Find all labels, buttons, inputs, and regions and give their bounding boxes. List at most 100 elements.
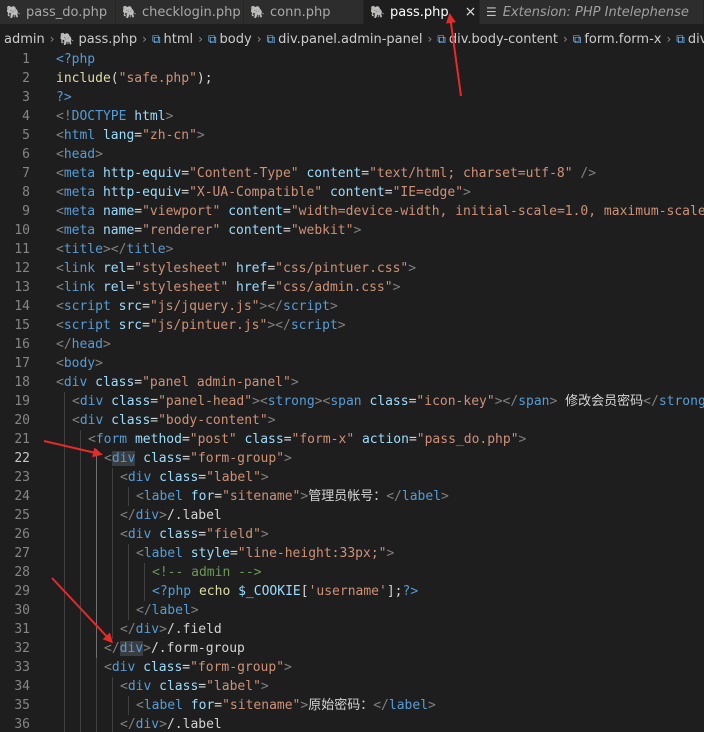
code-token: script [63,299,111,314]
indent-guide [112,544,113,563]
code-token: class [151,527,199,542]
indent-guide [64,677,65,696]
code-token: > [95,147,103,162]
editor-tab-bar: 🐘 pass_do.php 🐘 checklogin.php 🐘 conn.php 🐘 pas… [0,0,704,24]
code-line[interactable]: 21 <form method="post" class="form-x" act… [0,430,704,449]
code-line[interactable]: 6 <head> [0,145,704,164]
code-token: "panel-head" [158,394,253,409]
code-line[interactable]: 34 <div class="label"> [0,677,704,696]
code-line[interactable]: 12 <link rel="stylesheet" href="css/pintu… [0,259,704,278]
breadcrumb-item[interactable]: › 🐘 pass.php [45,32,137,47]
breadcrumb-item[interactable]: › ⧉ form.form-x [558,32,662,47]
code-token: label [151,603,191,618]
code-token: > [165,109,174,124]
code-line[interactable]: 18 <div class="panel admin-panel"> [0,373,704,392]
code-line[interactable]: 16 </head> [0,335,704,354]
code-token: include [56,71,111,86]
tab-pass-php[interactable]: 🐘 pass.php × [364,0,480,24]
code-line[interactable]: 10 <meta name="renderer" content="webkit"… [0,221,704,240]
code-token: "css/admin.css" [275,280,393,295]
code-token: ></ [259,299,283,314]
breadcrumb-item[interactable]: admin [4,32,45,47]
code-line[interactable]: 24 <label for="sitename">管理员帐号：</label> [0,487,704,506]
code-token: > [95,356,103,371]
code-token: < [56,280,64,295]
breadcrumb-item[interactable]: › ⧉ div.panel.admin-panel [252,32,423,47]
code-token: > [143,641,151,656]
code-text: <head> [56,145,103,164]
tab-checklogin-php[interactable]: 🐘 checklogin.php [116,0,244,24]
code-line[interactable]: 30 </label> [0,601,704,620]
code-token: href [228,280,268,295]
code-token: > [284,451,292,466]
code-line[interactable]: 31 </div>/.field [0,620,704,639]
code-token: 修改会员密码 [557,394,644,409]
code-line[interactable]: 17 <body> [0,354,704,373]
code-line[interactable]: 11 <title></title> [0,240,704,259]
code-line[interactable]: 13 <link rel="stylesheet" href="css/admin… [0,278,704,297]
code-text: <meta name="viewport" content="width=dev… [56,202,704,221]
code-line[interactable]: 3 ?> [0,88,704,107]
indent-guide [112,620,113,639]
breadcrumb-item[interactable]: › ⧉ html [137,32,193,47]
code-token: < [56,166,64,181]
code-line[interactable]: 27 <label style="line-height:33px;"> [0,544,704,563]
code-line[interactable]: 7 <meta http-equiv="Content-Type" content… [0,164,704,183]
code-token: </ [643,394,659,409]
breadcrumb-item[interactable]: › ⧉ body [193,32,252,47]
code-token: < [72,413,80,428]
close-icon[interactable]: × [465,4,477,20]
code-token: "js/jquery.js" [149,299,260,314]
indent-guide [80,506,81,525]
tab-extension-php-intelephense[interactable]: ☰ Extension: PHP Intelephense [480,0,704,24]
code-token: class [361,394,409,409]
code-line[interactable]: 29 <?php echo $_COOKIE['username'];?> [0,582,704,601]
code-token: "viewport" [142,204,221,219]
code-token: class [135,660,183,675]
indent-guide [80,525,81,544]
code-token: ); [196,71,213,86]
code-token: "zh-cn" [142,128,197,143]
indent-guide [80,544,81,563]
code-line[interactable]: 1 <?php [0,50,704,69]
code-line[interactable]: 9 <meta name="viewport" content="width=de… [0,202,704,221]
code-token: div [135,508,160,523]
breadcrumb-item[interactable]: › ⧉div. [661,32,704,47]
line-number: 24 [14,489,30,504]
indent-guide [80,620,81,639]
code-token: $_COOKIE [230,584,301,599]
code-line[interactable]: 2 include("safe.php"); [0,69,704,88]
code-line[interactable]: 19 <div class="panel-head"><strong><span … [0,392,704,411]
tab-pass-do-php[interactable]: 🐘 pass_do.php [0,0,116,24]
code-line[interactable]: 36 </div>/.label [0,715,704,732]
code-token: ?> [56,90,72,105]
code-editor[interactable]: 1 <?php 2 include("safe.php"); 3 ?> 4 <!DOCTYPE… [0,50,704,732]
code-line[interactable]: 28 <!-- admin --> [0,563,704,582]
code-token: >< [314,394,331,409]
line-number: 17 [14,356,30,371]
indent-guide [64,468,65,487]
code-token: < [104,660,112,675]
breadcrumb-item[interactable]: › ⧉ div.body-content [422,32,557,47]
code-token: title [126,242,166,257]
code-line[interactable]: 15 <script src="js/pintuer.js"></script> [0,316,704,335]
code-line[interactable]: 33 <div class="form-group"> [0,658,704,677]
code-token: = [181,166,190,181]
code-line[interactable]: 22 <div class="form-group"> [0,449,704,468]
code-line[interactable]: 23 <div class="label"> [0,468,704,487]
code-line[interactable]: 8 <meta http-equiv="X-UA-Compatible" cont… [0,183,704,202]
code-line[interactable]: 20 <div class="body-content"> [0,411,704,430]
tab-label: conn.php [270,4,331,20]
code-line[interactable]: 26 <div class="field"> [0,525,704,544]
code-line[interactable]: 5 <html lang="zh-cn"> [0,126,704,145]
code-line[interactable]: 35 <label for="sitename">原始密码：</label> [0,696,704,715]
line-number: 1 [22,52,30,67]
indent-guide [64,696,65,715]
code-line[interactable]: 14 <script src="js/jquery.js"></script> [0,297,704,316]
code-token: "icon-key" [416,394,495,409]
code-line[interactable]: 25 </div>/.label [0,506,704,525]
tab-conn-php[interactable]: 🐘 conn.php [244,0,364,24]
code-line[interactable]: 32 </div>/.form-group [0,639,704,658]
code-line[interactable]: 4 <!DOCTYPE html> [0,107,704,126]
code-token: "form-group" [190,660,285,675]
